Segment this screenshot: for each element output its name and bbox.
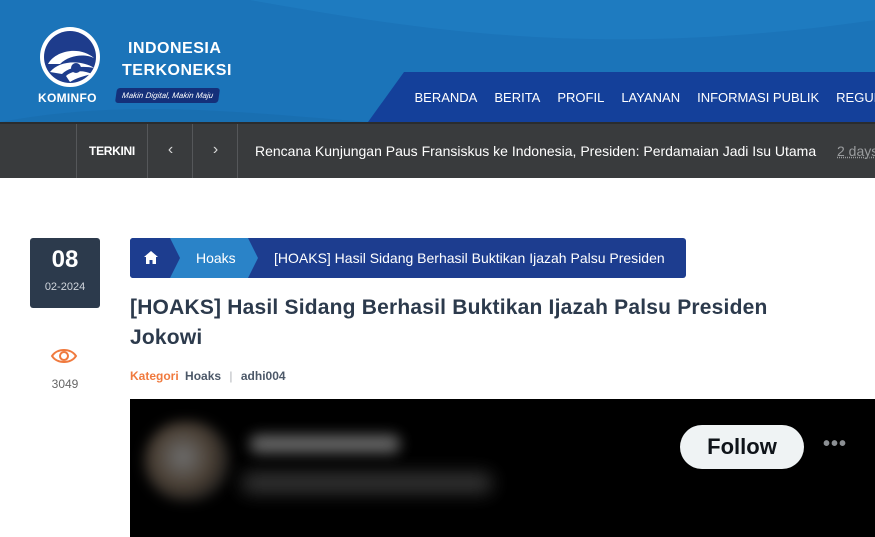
ticker-next-button[interactable]: › [194, 124, 238, 178]
blurred-username [250, 435, 400, 453]
breadcrumb-home-link[interactable] [130, 238, 170, 278]
breadcrumb-separator [248, 238, 258, 278]
breadcrumb-category-link[interactable]: Hoaks [170, 238, 248, 278]
news-ticker: TERKINI ‹ › Rencana Kunjungan Paus Frans… [0, 122, 875, 178]
post-date-badge: 08 02-2024 [30, 238, 100, 308]
nav-item-informasi-publik[interactable]: INFORMASI PUBLIK [697, 90, 819, 105]
nav-item-beranda[interactable]: BERANDA [415, 90, 478, 105]
post-date-day: 08 [51, 246, 79, 273]
article-title: [HOAKS] Hasil Sidang Berhasil Buktikan I… [130, 296, 768, 349]
brand-title-line1: INDONESIA [128, 40, 222, 57]
home-icon [144, 251, 158, 264]
breadcrumb: Hoaks [HOAKS] Hasil Sidang Berhasil Bukt… [130, 238, 686, 278]
ticker-headline-link[interactable]: Rencana Kunjungan Paus Fransiskus ke Ind… [255, 124, 816, 178]
chevron-right-icon: › [212, 141, 219, 158]
meta-category-label: Kategori [130, 369, 179, 383]
meta-separator: | [229, 369, 233, 383]
nav-item-profil[interactable]: PROFIL [557, 90, 604, 105]
brand-tagline: Makin Digital, Makin Maju [114, 88, 221, 103]
view-count: 3049 [51, 377, 79, 391]
nav-item-berita[interactable]: BERITA [494, 90, 540, 105]
main-nav: BERANDA BERITA PROFIL LAYANAN INFORMASI … [406, 72, 875, 122]
eye-icon [50, 349, 78, 363]
embedded-post-image: Follow ••• [130, 399, 875, 537]
more-options-icon: ••• [823, 433, 848, 455]
meta-author-link[interactable]: adhi004 [241, 369, 286, 383]
article-meta: Kategori Hoaks | adhi004 [130, 369, 286, 383]
follow-button: Follow [680, 425, 804, 469]
site-header: KOMINFO INDONESIA TERKONEKSI Makin Digit… [0, 0, 875, 122]
ticker-label: TERKINI [76, 124, 148, 178]
ticker-prev-button[interactable]: ‹ [149, 124, 193, 178]
post-date-month-year: 02-2024 [44, 281, 86, 293]
nav-item-layanan[interactable]: LAYANAN [621, 90, 680, 105]
breadcrumb-separator [170, 238, 180, 278]
blurred-avatar [144, 421, 230, 501]
blurred-handle [242, 473, 492, 493]
nav-item-regulasi[interactable]: REGULASI [836, 90, 875, 105]
ticker-timestamp: 2 days [837, 143, 875, 159]
meta-category-link[interactable]: Hoaks [185, 369, 221, 383]
chevron-left-icon: ‹ [167, 141, 174, 158]
nav-notch [368, 72, 404, 122]
brand-title-line2: TERKONEKSI [122, 62, 232, 79]
breadcrumb-current: [HOAKS] Hasil Sidang Berhasil Buktikan I… [274, 250, 665, 266]
logo-text: KOMINFO [38, 91, 97, 105]
